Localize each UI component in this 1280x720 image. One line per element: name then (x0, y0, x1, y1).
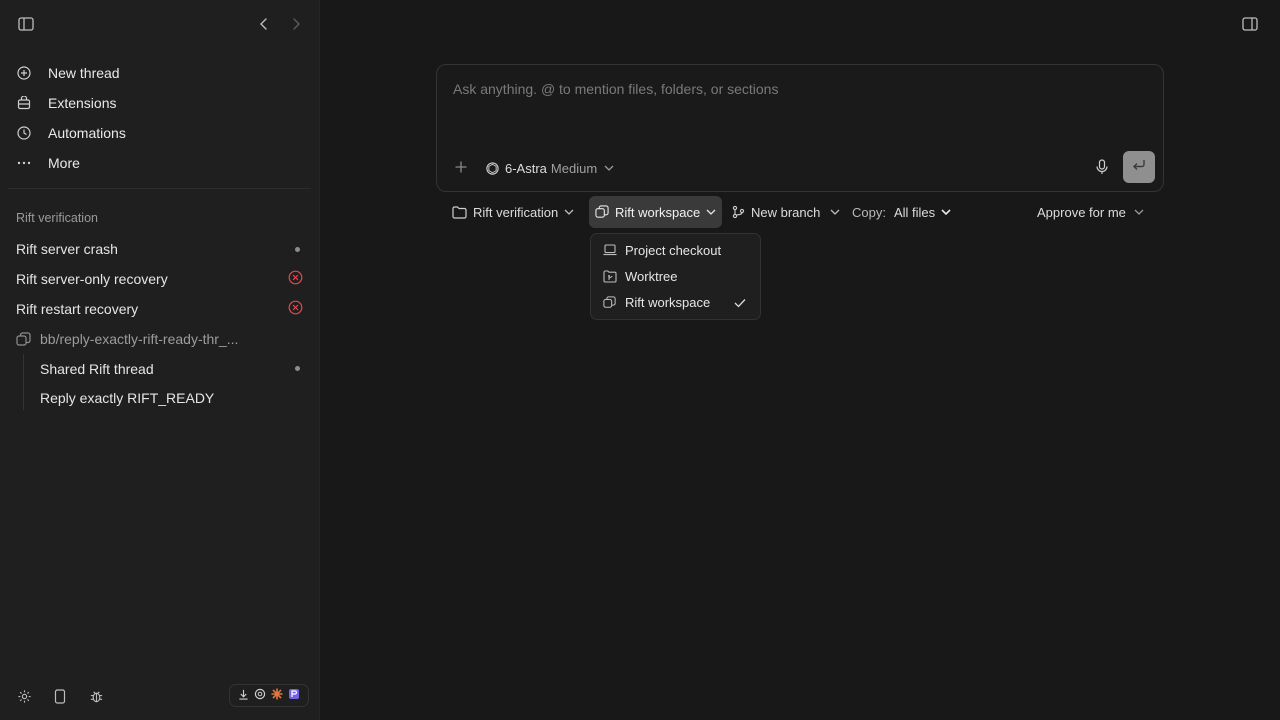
chevron-down-icon (941, 209, 951, 215)
forward-arrow-icon[interactable] (286, 14, 306, 34)
microphone-icon[interactable] (1095, 159, 1109, 180)
approval-selector[interactable]: Approve for me (1031, 196, 1150, 228)
workspace-icon (595, 205, 609, 219)
nav-label: Automations (48, 125, 126, 141)
sidebar-toggle-icon[interactable] (16, 14, 36, 34)
model-effort: Medium (550, 160, 598, 176)
thread-group[interactable]: bb/reply-exactly-rift-ready-thr_... (0, 324, 319, 354)
menu-item-project-checkout[interactable]: Project checkout (591, 237, 760, 263)
extensions-icon (16, 95, 32, 111)
add-attachment-icon[interactable] (453, 159, 469, 180)
folder-icon (452, 205, 467, 219)
worktree-icon (603, 269, 617, 283)
nav-extensions[interactable]: Extensions (8, 88, 311, 118)
composer: Ask anything. @ to mention files, folder… (436, 64, 1164, 192)
app-window: New thread Extensions Automations More R… (0, 0, 1280, 720)
perplexity-icon (288, 687, 300, 705)
nav-new-thread[interactable]: New thread (8, 58, 311, 88)
openai-icon (254, 687, 266, 705)
back-arrow-icon[interactable] (254, 14, 274, 34)
sidebar-footer (0, 684, 319, 708)
menu-item-label: Worktree (625, 268, 678, 284)
model-selector[interactable]: 6-Astra Medium (485, 159, 614, 177)
sidebar-header (16, 12, 303, 36)
chevron-down-icon (830, 209, 840, 215)
provider-status[interactable] (229, 684, 309, 707)
return-icon (1132, 158, 1146, 176)
menu-item-worktree[interactable]: Worktree (591, 263, 760, 289)
thread-label: Rift server-only recovery (16, 271, 168, 287)
thread-list: Rift server crash Rift server-only recov… (0, 234, 319, 412)
status-dot-icon (295, 366, 300, 371)
send-button[interactable] (1123, 151, 1155, 183)
nav-label: Extensions (48, 95, 117, 111)
thread-label: Rift restart recovery (16, 301, 139, 317)
thread-item[interactable]: Rift server-only recovery (0, 264, 319, 294)
claude-icon (271, 687, 283, 705)
environment-selector[interactable]: Rift workspace (589, 196, 723, 228)
nav-more[interactable]: More (8, 148, 311, 178)
chevron-down-icon (564, 209, 574, 215)
nav-label: New thread (48, 65, 120, 81)
more-icon (16, 155, 32, 171)
nav-label: More (48, 155, 80, 171)
branch-label: New branch (751, 204, 821, 220)
gear-icon[interactable] (14, 686, 34, 706)
project-selector[interactable]: Rift verification (446, 196, 580, 228)
composer-input[interactable]: Ask anything. @ to mention files, folder… (453, 81, 778, 97)
chevron-down-icon (1134, 209, 1144, 215)
openai-icon (485, 161, 500, 176)
checkmark-icon (734, 296, 746, 311)
thread-item[interactable]: Shared Rift thread (0, 354, 319, 383)
sidebar-divider (8, 188, 311, 189)
phone-icon[interactable] (50, 686, 70, 706)
copy-selector[interactable]: Copy: All files (846, 196, 957, 228)
workspace-icon (603, 295, 617, 309)
plus-circle-icon (16, 65, 32, 81)
menu-item-label: Project checkout (625, 242, 722, 258)
menu-item-label: Rift workspace (625, 294, 711, 310)
workspace-icon (16, 331, 32, 347)
thread-label: Rift server crash (16, 241, 118, 257)
clock-icon (16, 125, 32, 141)
thread-label: Reply exactly RIFT_READY (40, 389, 215, 406)
thread-item[interactable]: Reply exactly RIFT_READY (0, 383, 319, 412)
menu-item-rift-workspace[interactable]: Rift workspace (591, 289, 760, 315)
model-name: 6-Astra (505, 160, 547, 176)
environment-label: Rift workspace (615, 204, 701, 220)
environment-menu: Project checkout Worktree Rift workspace (590, 233, 761, 320)
thread-item[interactable]: Rift restart recovery (0, 294, 319, 324)
thread-group-label: bb/reply-exactly-rift-ready-thr_... (40, 331, 239, 347)
laptop-icon (603, 244, 617, 256)
composer-toolbar: Rift verification Rift workspace New bra (446, 196, 1154, 228)
copy-value: All files (893, 204, 936, 220)
chevron-down-icon (604, 165, 614, 171)
bug-icon[interactable] (86, 686, 106, 706)
sidebar: New thread Extensions Automations More R… (0, 0, 320, 720)
tree-line (23, 354, 24, 410)
branch-selector[interactable]: New branch (726, 196, 846, 228)
status-dot-icon (295, 246, 300, 252)
sidebar-nav: New thread Extensions Automations More (8, 58, 311, 178)
nav-automations[interactable]: Automations (8, 118, 311, 148)
download-icon (238, 687, 249, 705)
section-title: Rift verification (16, 211, 98, 225)
copy-label: Copy: (852, 204, 886, 220)
right-panel-toggle-icon[interactable] (1240, 14, 1260, 34)
error-icon (288, 300, 303, 318)
thread-label: Shared Rift thread (40, 360, 154, 377)
thread-item[interactable]: Rift server crash (0, 234, 319, 264)
main-panel: Ask anything. @ to mention files, folder… (320, 0, 1280, 720)
branch-icon (732, 205, 745, 219)
approval-label: Approve for me (1037, 204, 1126, 220)
error-icon (288, 270, 303, 288)
chevron-down-icon (706, 209, 716, 215)
project-label: Rift verification (473, 204, 559, 220)
